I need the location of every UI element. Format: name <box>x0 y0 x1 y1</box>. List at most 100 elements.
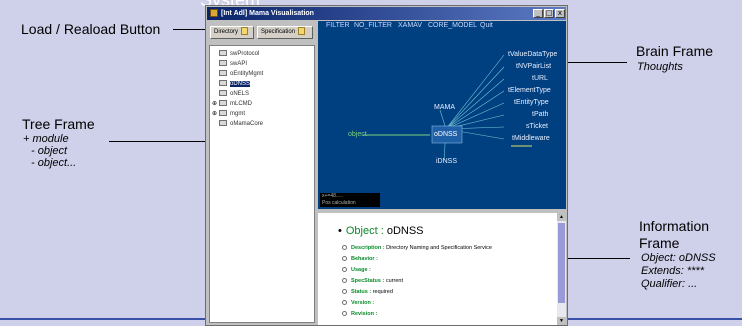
tree-item[interactable]: swAPI <box>212 60 247 68</box>
information-frame: • Object : oDNSS Description : Directory … <box>318 213 566 325</box>
info-key: Description : <box>351 245 385 251</box>
tree-item[interactable]: oMamaCore <box>212 120 263 128</box>
tree-item-selected[interactable]: oDNSS <box>212 80 251 88</box>
information-frame-leader-line <box>568 258 630 259</box>
tree-item-label: mgmt <box>230 111 245 117</box>
heading-bullet: • <box>338 225 342 237</box>
tree-item-label: mLCMD <box>230 101 252 107</box>
tree-annotation-line: - object... <box>31 157 77 169</box>
bullet-circle-icon <box>342 278 347 284</box>
object-label: Object : <box>345 225 384 237</box>
tree-item-label: swProtocol <box>230 51 260 57</box>
object-icon <box>219 80 227 87</box>
directory-button-label: Directory <box>214 29 239 35</box>
brain-node-center[interactable]: oDNSS <box>434 131 457 138</box>
specification-button-label: Specification <box>261 29 296 35</box>
brain-frame-subtitle: Thoughts <box>637 61 683 73</box>
window-title: [Int Adl] Mama Visualisation <box>221 10 314 17</box>
brain-leaf-node[interactable]: sTicket <box>526 123 548 130</box>
brain-status-line: Pos calculation <box>322 200 356 206</box>
info-value: required <box>372 289 393 295</box>
tree-item[interactable]: oEntityMgmt <box>212 70 263 78</box>
info-row: Version : <box>342 300 374 306</box>
info-key: Revision : <box>351 311 378 317</box>
info-key: SpecStatus : <box>351 278 385 284</box>
bullet-circle-icon <box>342 300 347 306</box>
info-key: Behavior : <box>351 256 378 262</box>
app-window: [Int Adl] Mama Visualisation _ □ x Direc… <box>205 5 568 326</box>
bullet-circle-icon <box>342 289 347 295</box>
info-value: Directory Naming and Specification Servi… <box>386 245 492 251</box>
object-name: oDNSS <box>386 225 424 237</box>
info-value: current <box>385 278 403 284</box>
information-annotation-line: Extends: **** <box>641 265 704 277</box>
scroll-thumb[interactable] <box>558 223 565 303</box>
info-row: Status : required <box>342 289 393 295</box>
information-frame-annotation: Frame <box>639 235 680 251</box>
module-icon <box>219 100 227 107</box>
info-key: Status : <box>351 289 372 295</box>
tree-item[interactable]: ⊕ mLCMD <box>212 100 252 108</box>
bullet-circle-icon <box>342 267 347 273</box>
maximize-button[interactable]: □ <box>544 9 554 18</box>
object-icon <box>219 120 227 127</box>
tree-annotation-line: - object <box>31 145 68 157</box>
brain-node-object[interactable]: object <box>348 131 367 138</box>
bullet-circle-icon <box>342 311 347 317</box>
info-scrollbar[interactable]: ▲ ▼ <box>557 213 566 325</box>
tree-item-label: swAPI <box>230 61 248 67</box>
app-icon <box>210 9 218 17</box>
info-row: Behavior : <box>342 256 378 262</box>
tree-annotation-line: + module <box>23 133 69 145</box>
brain-leaf-node[interactable]: tValueDataType <box>508 51 557 58</box>
tree-item-label: oDNSS <box>230 81 251 87</box>
tree-view[interactable]: swProtocol swAPI oEntityMgmt oDNSS oNELS… <box>209 45 315 323</box>
brain-node-idnss[interactable]: iDNSS <box>436 158 457 165</box>
tree-item[interactable]: swProtocol <box>212 50 259 58</box>
brain-leaf-node[interactable]: tElementType <box>508 87 551 94</box>
information-annotation-line: Qualifier: ... <box>641 278 698 290</box>
title-bar[interactable]: [Int Adl] Mama Visualisation _ □ x <box>207 7 566 20</box>
folder-icon <box>241 27 249 36</box>
tree-frame-annotation: Tree Frame <box>22 116 95 132</box>
brain-leaf-node[interactable]: tPath <box>532 111 548 118</box>
bullet-circle-icon <box>342 245 347 251</box>
brain-leaf-node[interactable]: tURL <box>532 75 548 82</box>
brain-frame-annotation: Brain Frame <box>636 43 714 59</box>
brain-leaf-node[interactable]: tMiddleware <box>512 135 550 142</box>
brain-node-mama[interactable]: MAMA <box>434 104 455 111</box>
tree-frame-leader-line <box>109 141 206 142</box>
expand-icon[interactable]: ⊕ <box>212 110 219 118</box>
object-icon <box>219 70 227 77</box>
close-button[interactable]: x <box>555 9 565 18</box>
tree-item-label: oNELS <box>230 91 250 97</box>
object-icon <box>219 50 227 57</box>
info-key: Version : <box>351 300 375 306</box>
tree-frame: Directory Specification swProtocol swAPI… <box>207 21 317 325</box>
brain-frame[interactable]: FILTER NO_FILTER XAMAV CORE_MODEL Quit o… <box>318 21 566 209</box>
information-annotation-line: Object: oDNSS <box>641 252 716 264</box>
info-row: Revision : <box>342 311 377 317</box>
brain-status-line: x+=48..... <box>322 193 343 199</box>
brain-leaf-node[interactable]: tEntityType <box>514 99 549 106</box>
brain-graph-edges <box>363 54 532 161</box>
tree-item-label: oMamaCore <box>230 121 264 127</box>
load-reload-annotation: Load / Reaload Button <box>21 21 161 37</box>
scroll-down-icon[interactable]: ▼ <box>557 317 566 325</box>
module-icon <box>219 110 227 117</box>
scroll-up-icon[interactable]: ▲ <box>557 213 566 221</box>
information-frame-annotation: Information <box>639 218 710 234</box>
brain-leaf-node[interactable]: tNVPairList <box>516 63 551 70</box>
bullet-circle-icon <box>342 256 347 262</box>
object-icon <box>219 90 227 97</box>
specification-button[interactable]: Specification <box>257 26 313 39</box>
brain-frame-leader-line <box>567 62 627 63</box>
directory-button[interactable]: Directory <box>210 26 254 39</box>
minimize-button[interactable]: _ <box>533 9 543 18</box>
info-row: Usage : <box>342 267 371 273</box>
tree-item-label: oEntityMgmt <box>230 71 264 77</box>
tree-item[interactable]: oNELS <box>212 90 249 98</box>
expand-icon[interactable]: ⊕ <box>212 100 219 108</box>
info-row: SpecStatus : current <box>342 278 403 284</box>
tree-item[interactable]: ⊕ mgmt <box>212 110 245 118</box>
